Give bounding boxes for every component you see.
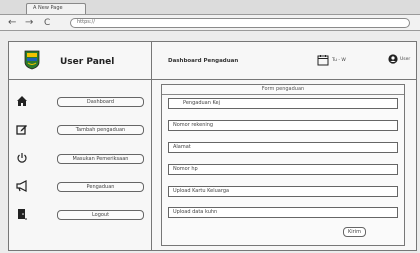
sidebar-item-masukan-pemeriksaan[interactable]: Masukan Pemeriksaan [57, 154, 144, 164]
user-avatar-icon[interactable] [388, 54, 398, 64]
address-text: https:// [77, 19, 95, 25]
upload-family-card-field[interactable]: Upload Kartu Keluarga [168, 186, 398, 197]
reload-icon[interactable]: C [44, 17, 50, 29]
main-content: Dashboard Pengaduan Tu - W User Form pen… [152, 42, 416, 250]
page-title: Dashboard Pengaduan [168, 58, 239, 64]
edit-icon [15, 123, 29, 137]
form-title: Form pengaduan [162, 85, 404, 95]
forward-arrow-icon[interactable]: → [25, 17, 33, 29]
browser-window: A New Page ← → C https:// User Panel Das… [0, 0, 420, 253]
sidebar-item-pengaduan[interactable]: Pengaduan [57, 182, 144, 192]
complaint-type-select[interactable]: Pengaduan Kej [168, 98, 398, 109]
address-bar[interactable]: https:// [70, 18, 410, 28]
sidebar-item-tambah-pengaduan[interactable]: Tambah pengaduan [57, 125, 144, 135]
back-arrow-icon[interactable]: ← [8, 17, 16, 29]
browser-toolbar: ← → C https:// [0, 14, 420, 31]
browser-tab[interactable]: A New Page [26, 3, 86, 14]
sidebar-item-dashboard[interactable]: Dashboard [57, 97, 144, 107]
sidebar: User Panel Dashboard Tambah pengaduan Ma… [9, 42, 152, 250]
phone-field[interactable]: Nomor hp [168, 164, 398, 175]
complaint-form: Form pengaduan Pengaduan Kej Nomor reken… [161, 84, 405, 246]
megaphone-icon [15, 180, 29, 194]
tab-title: A New Page [33, 5, 63, 11]
account-number-field[interactable]: Nomor rekening [168, 120, 398, 131]
power-icon [15, 152, 29, 166]
main-header: Dashboard Pengaduan Tu - W User [152, 42, 416, 80]
calendar-icon [317, 55, 329, 66]
submit-button[interactable]: Kirim [343, 227, 366, 237]
door-icon [15, 208, 29, 222]
app-panel: User Panel Dashboard Tambah pengaduan Ma… [8, 41, 417, 251]
upload-data-field[interactable]: Upload data kuhn [168, 207, 398, 218]
user-name[interactable]: User [400, 57, 410, 62]
panel-title: User Panel [60, 57, 115, 67]
address-field[interactable]: Alamat [168, 142, 398, 153]
tab-bar: A New Page [0, 0, 420, 14]
sidebar-item-logout[interactable]: Logout [57, 210, 144, 220]
emblem-logo-icon [24, 50, 40, 70]
sidebar-header: User Panel [9, 42, 151, 80]
home-icon [15, 95, 29, 109]
date-text: Tu - W [332, 58, 346, 63]
